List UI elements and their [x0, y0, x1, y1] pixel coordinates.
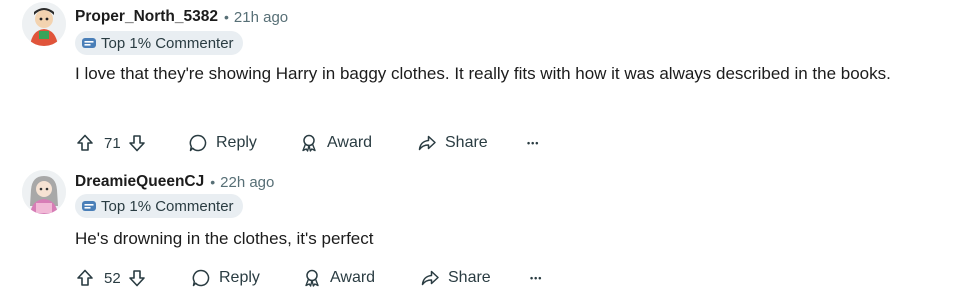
more-options-icon: ••• — [527, 138, 540, 148]
timestamp[interactable]: 21h ago — [234, 9, 288, 26]
arrow-down-icon[interactable] — [127, 133, 147, 153]
badge-label: Top 1% Commenter — [101, 34, 234, 52]
comment-body: He's drowning in the clothes, it's perfe… — [75, 229, 374, 248]
more-options-button[interactable]: ••• — [527, 138, 539, 148]
badge-label: Top 1% Commenter — [101, 197, 234, 215]
more-options-button[interactable]: ••• — [530, 273, 542, 283]
separator-dot: • — [210, 174, 216, 190]
username[interactable]: DreamieQueenCJ — [75, 173, 204, 191]
comment-header: DreamieQueenCJ • 22h ago — [75, 171, 274, 193]
award-ribbon-icon — [305, 269, 319, 287]
share-button[interactable]: Share — [420, 268, 491, 288]
timestamp[interactable]: 22h ago — [220, 174, 274, 191]
commenter-badge-icon — [82, 38, 96, 48]
top-commenter-badge: Top 1% Commenter — [75, 31, 243, 55]
vote-count: 52 — [104, 269, 121, 287]
vote-count: 71 — [104, 134, 121, 152]
vote-group: 71 — [75, 133, 147, 153]
commenter-badge-icon — [82, 201, 96, 211]
award-button[interactable]: Award — [302, 268, 375, 288]
share-label: Share — [448, 269, 491, 286]
reply-button[interactable]: Reply — [188, 133, 257, 153]
share-button[interactable]: Share — [417, 133, 488, 153]
share-arrow-icon — [418, 135, 436, 151]
arrow-down-icon[interactable] — [127, 268, 147, 288]
reply-button[interactable]: Reply — [191, 268, 260, 288]
username[interactable]: Proper_North_5382 — [75, 8, 218, 26]
reply-label: Reply — [216, 134, 257, 151]
share-label: Share — [445, 134, 488, 151]
award-label: Award — [330, 269, 376, 286]
comment-body: I love that they're showing Harry in bag… — [75, 64, 891, 83]
top-commenter-badge: Top 1% Commenter — [75, 194, 243, 218]
award-button[interactable]: Award — [299, 133, 372, 153]
reply-label: Reply — [219, 269, 260, 286]
vote-group: 52 — [75, 268, 147, 288]
avatar-image — [22, 2, 66, 46]
arrow-up-icon[interactable] — [75, 133, 95, 153]
speech-bubble-icon — [192, 269, 210, 287]
arrow-up-icon[interactable] — [75, 268, 95, 288]
share-arrow-icon — [421, 270, 439, 286]
award-label: Award — [327, 134, 373, 151]
user-avatar[interactable] — [22, 2, 66, 46]
speech-bubble-icon — [189, 134, 207, 152]
comment-header: Proper_North_5382 • 21h ago — [75, 6, 288, 28]
more-options-icon: ••• — [530, 273, 543, 283]
avatar-image — [22, 170, 66, 214]
separator-dot: • — [224, 9, 229, 25]
award-ribbon-icon — [302, 134, 316, 152]
user-avatar[interactable] — [22, 170, 66, 214]
